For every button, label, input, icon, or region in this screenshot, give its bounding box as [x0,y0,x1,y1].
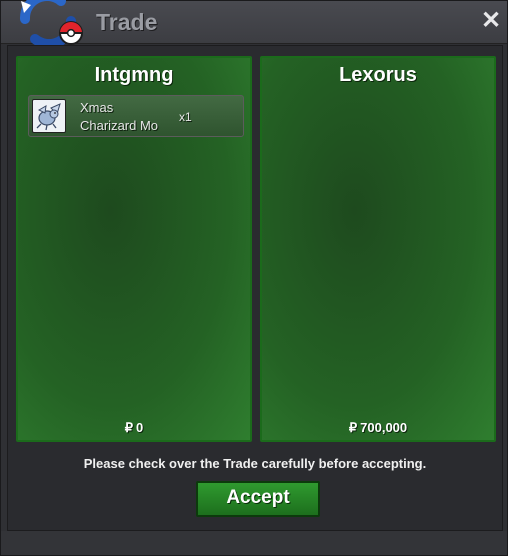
trade-notice: Please check over the Trade carefully be… [83,456,427,471]
currency-symbol-left: ₽ [124,420,134,435]
money-amount-left: 0 [136,420,144,435]
charizard-icon [32,99,66,133]
trade-content: Intgmng Xmas Charizard Mo x1 ₽ 0 Lexorus… [7,45,503,531]
item-name-line1: Xmas [80,100,114,115]
trade-panel-left: Intgmng Xmas Charizard Mo x1 ₽ 0 [16,56,252,442]
money-right: ₽700,000 [262,420,494,436]
window-title: Trade [96,9,158,35]
money-amount-right: 700,000 [360,420,408,435]
item-quantity: x1 [179,110,192,124]
currency-symbol-right: ₽ [348,420,358,435]
pokeball-logo-icon [20,0,83,50]
accept-button[interactable]: Accept [196,481,320,517]
title-bar[interactable]: Trade ✕ [1,0,507,50]
money-left: ₽0 [18,420,250,436]
trade-window: Trade ✕ Intgmng Xmas Charizard Mo x1 ₽ 0… [0,0,508,556]
trade-panel-right: Lexorus ₽700,000 [260,56,496,442]
close-icon[interactable]: ✕ [479,9,503,33]
window-bottom-bar [1,531,507,555]
trade-item-slot[interactable]: Xmas Charizard Mo x1 [28,95,244,137]
player-name-right: Lexorus [339,64,417,86]
player-name-left: Intgmng [94,64,174,86]
item-name-line2: Charizard Mo [80,118,159,133]
